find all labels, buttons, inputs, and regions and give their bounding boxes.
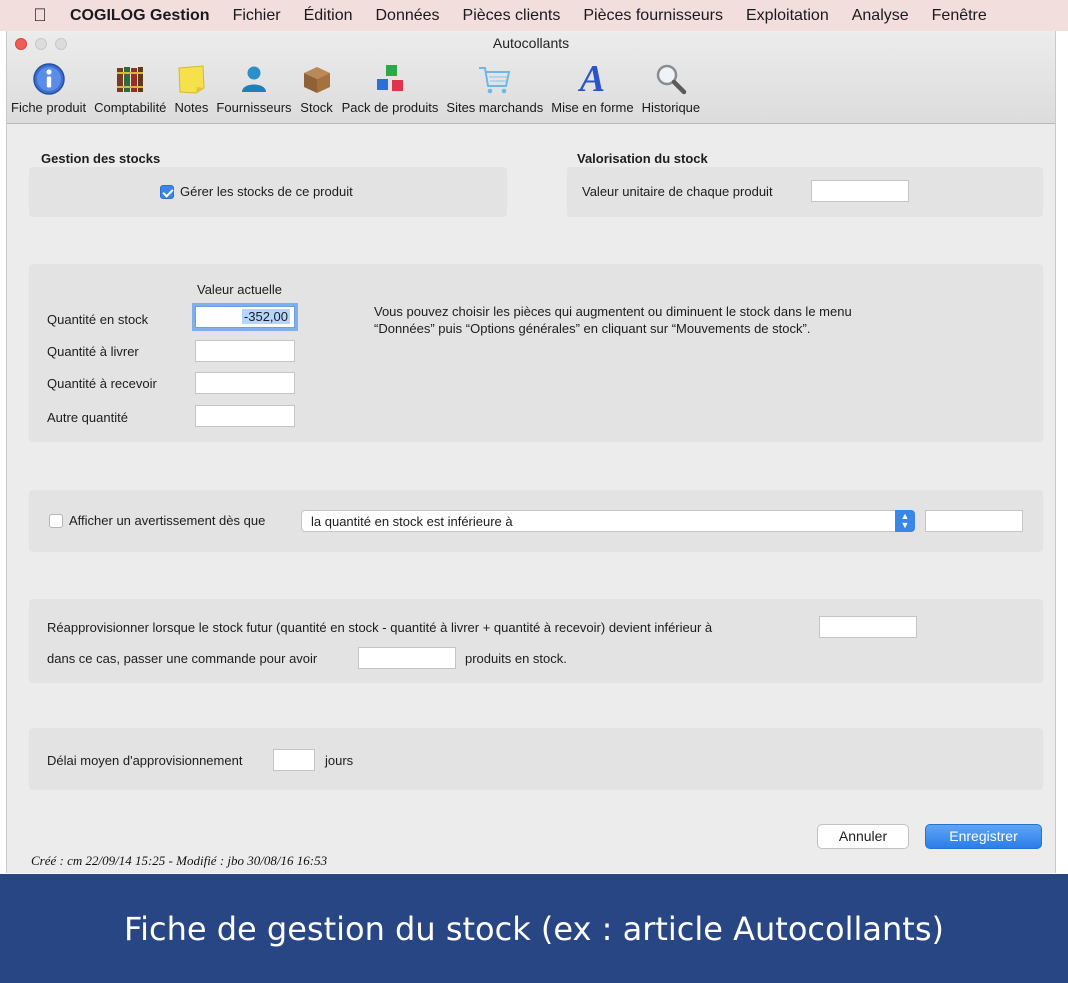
valorisation-title: Valorisation du stock [577,151,708,166]
warning-checkbox[interactable] [49,514,63,528]
qty-other-label: Autre quantité [47,410,128,425]
menu-fichier[interactable]: Fichier [233,7,281,25]
window-title: Autocollants [492,35,570,51]
save-button[interactable]: Enregistrer [925,824,1042,849]
valorisation-panel: Valeur unitaire de chaque produit [567,167,1043,217]
gestion-panel: Gérer les stocks de ce produit [29,167,507,217]
record-metadata: Créé : cm 22/09/14 15:25 - Modifié : jbo… [31,853,328,868]
reorder-qty-suffix: produits en stock. [465,651,567,666]
toolbar-mise-en-forme[interactable]: A Mise en forme [547,59,637,115]
sticky-note-icon [174,59,208,99]
toolbar-fournisseurs[interactable]: Fournisseurs [212,59,295,115]
box-icon [300,59,334,99]
toolbar-label: Fournisseurs [216,100,292,115]
info-icon [32,59,66,99]
window-titlebar: Autocollants Fiche produit Comptabilité … [7,31,1055,124]
letter-a-icon: A [579,58,606,100]
chevron-updown-icon: ▲ ▼ [895,510,915,532]
toolbar-pack-produits[interactable]: Pack de produits [338,59,443,115]
magnifier-icon [654,59,688,99]
apple-menu-icon[interactable]:  [28,5,52,26]
toolbar-label: Historique [641,100,701,115]
toolbar-historique[interactable]: Historique [638,59,705,115]
warning-condition-value: la quantité en stock est inférieure à [311,514,513,529]
manage-stock-label: Gérer les stocks de ce produit [180,184,353,199]
qty-stock-label: Quantité en stock [47,312,149,327]
reorder-qty-prefix: dans ce cas, passer une commande pour av… [47,651,318,666]
menu-analyse[interactable]: Analyse [852,7,909,25]
toolbar-sites-marchands[interactable]: Sites marchands [442,59,547,115]
reorder-rule-label: Réapprovisionner lorsque le stock futur … [47,620,713,635]
menu-fenetre[interactable]: Fenêtre [932,7,987,25]
menu-bar:  COGILOG Gestion Fichier Édition Donnée… [0,0,1068,31]
menu-pieces-fournisseurs[interactable]: Pièces fournisseurs [583,7,723,25]
toolbar-fiche-produit[interactable]: Fiche produit [7,59,90,115]
menu-donnees[interactable]: Données [376,7,440,25]
toolbar: Fiche produit Comptabilité Notes Fournis… [7,59,704,115]
warning-condition-select[interactable]: la quantité en stock est inférieure à ▲ ▼ [301,510,915,532]
quantities-panel: Valeur actuelle Quantité en stock -352,0… [29,264,1043,442]
toolbar-notes[interactable]: Notes [170,59,212,115]
cubes-icon [373,59,407,99]
qty-other-field[interactable] [195,405,295,427]
stock-form: Gestion des stocks Gérer les stocks de c… [7,124,1055,873]
reorder-threshold-field[interactable] [819,616,917,638]
shopping-cart-icon [477,59,513,99]
slide-caption: Fiche de gestion du stock (ex : article … [0,874,1068,983]
menu-edition[interactable]: Édition [304,7,353,25]
toolbar-label: Comptabilité [94,100,167,115]
product-window: Autocollants Fiche produit Comptabilité … [6,31,1056,873]
qty-deliver-label: Quantité à livrer [47,344,139,359]
unit-value-field[interactable] [811,180,909,202]
qty-deliver-field[interactable] [195,340,295,362]
toolbar-label: Pack de produits [341,100,439,115]
stock-info-line2: “Données” puis “Options générales” en cl… [374,321,811,336]
warning-label: Afficher un avertissement dès que [69,513,266,528]
menu-exploitation[interactable]: Exploitation [746,7,829,25]
cancel-button[interactable]: Annuler [817,824,909,849]
toolbar-label: Mise en forme [551,100,634,115]
lead-time-unit: jours [325,753,354,768]
reorder-qty-field[interactable] [358,647,456,669]
stock-info-line1: Vous pouvez choisir les pièces qui augme… [374,304,852,319]
current-value-header: Valeur actuelle [197,282,283,297]
qty-receive-field[interactable] [195,372,295,394]
toolbar-stock[interactable]: Stock [296,59,338,115]
qty-stock-value: -352,00 [241,309,290,324]
warning-panel: Afficher un avertissement dès que la qua… [29,490,1043,552]
toolbar-label: Notes [174,100,209,115]
lead-time-field[interactable] [273,749,315,771]
reorder-panel: Réapprovisionner lorsque le stock futur … [29,599,1043,683]
lead-time-label: Délai moyen d'approvisionnement [47,753,243,768]
toolbar-label: Fiche produit [11,100,87,115]
qty-receive-label: Quantité à recevoir [47,376,157,391]
menu-app-name[interactable]: COGILOG Gestion [70,7,210,25]
menu-pieces-clients[interactable]: Pièces clients [463,7,561,25]
person-icon [237,59,271,99]
toolbar-comptabilite[interactable]: Comptabilité [90,59,170,115]
unit-value-label: Valeur unitaire de chaque produit [582,184,773,199]
lead-time-panel: Délai moyen d'approvisionnement jours [29,728,1043,790]
manage-stock-checkbox[interactable] [160,185,174,199]
toolbar-label: Sites marchands [446,100,544,115]
qty-stock-field[interactable]: -352,00 [195,306,295,328]
gestion-title: Gestion des stocks [41,151,161,166]
ledger-books-icon [113,59,147,99]
toolbar-label: Stock [300,100,333,115]
warning-threshold-field[interactable] [925,510,1023,532]
